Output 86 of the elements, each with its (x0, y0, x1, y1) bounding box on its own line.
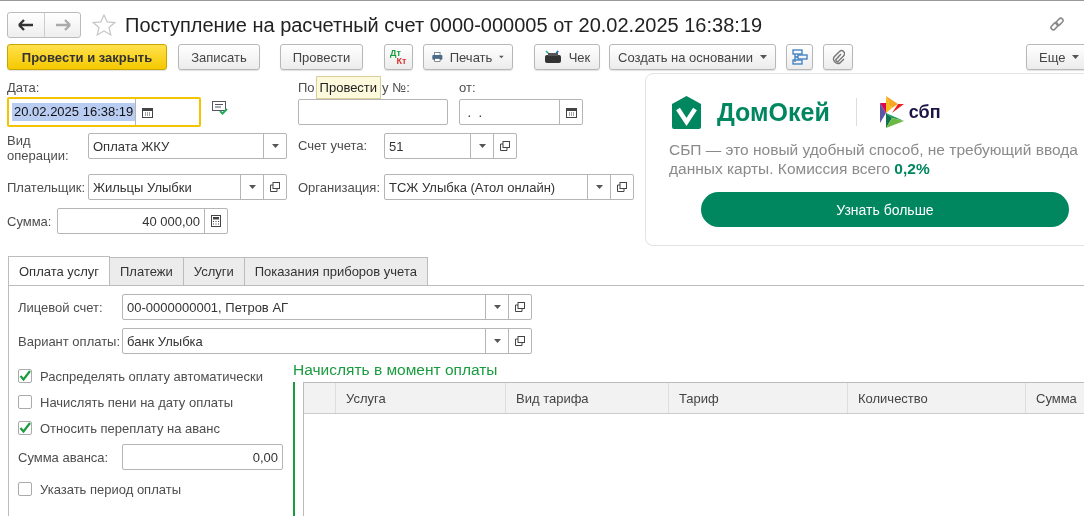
advance-sum-field[interactable]: 0,00 (122, 444, 283, 470)
account-field[interactable]: 51 (384, 133, 517, 159)
column-header[interactable]: Количество (848, 383, 1026, 413)
caret-icon (595, 185, 603, 189)
column-header[interactable]: Вид тарифа (506, 383, 669, 413)
post-button[interactable]: Провести (280, 44, 363, 70)
date-label: Дата: (7, 79, 41, 95)
ad-text: СБП — это новый удобный способ, не требующий ввода данных карты. Комиссия всего 0,2% (669, 140, 1079, 178)
sbp-logo-icon (878, 95, 905, 129)
tab[interactable]: Платежи (110, 257, 184, 285)
payer-field[interactable]: Жильцы Улыбки (88, 174, 287, 200)
from-date-label: от: (459, 79, 476, 95)
paperclip-icon (831, 49, 845, 65)
printer-icon (432, 50, 443, 64)
caret-icon (1072, 55, 1080, 59)
column-header[interactable]: Тариф (669, 383, 848, 413)
caret-icon (493, 305, 501, 309)
checkbox[interactable] (18, 395, 32, 409)
date-field[interactable]: 20.02.2025 16:38:19 (7, 97, 201, 127)
tab[interactable]: Услуги (183, 257, 245, 285)
caret-icon (759, 55, 767, 59)
column-header[interactable]: Сумма (1026, 383, 1084, 413)
checkbox-label[interactable]: Указать период оплаты (40, 481, 181, 497)
open-window-icon (500, 141, 510, 151)
window-title: Поступление на расчетный счет 0000-000005 от 20.02.2025 16:38:19 (125, 13, 763, 37)
open-window-icon (515, 302, 525, 312)
sum-field[interactable]: 40 000,00 (57, 208, 228, 234)
print-button[interactable]: Печать (423, 44, 513, 70)
receipt-button[interactable]: Чек (534, 44, 600, 70)
open-window-icon (617, 182, 627, 192)
learn-more-button[interactable]: Узнать больше (701, 192, 1069, 227)
open-window-icon (270, 182, 280, 192)
caret-icon (499, 55, 504, 59)
hierarchy-icon (791, 49, 808, 65)
advance-sum-label: Сумма аванса: (18, 449, 110, 465)
column-header[interactable]: Услуга (336, 383, 506, 413)
open-window-icon (515, 336, 525, 346)
organization-field[interactable]: ТСЖ Улыбка (Атол онлайн) (384, 174, 634, 200)
organization-label: Организация: (298, 179, 382, 195)
save-button[interactable]: Записать (178, 44, 260, 70)
tooltip: Провести (315, 75, 382, 99)
checkbox-label[interactable]: Распределять оплату автоматически (40, 368, 263, 384)
star-icon[interactable] (92, 13, 116, 37)
checkbox-label[interactable]: Относить переплату на аванс (40, 420, 220, 436)
checkbox[interactable] (18, 421, 32, 435)
checkbox[interactable] (18, 369, 32, 383)
link-icon[interactable] (1049, 17, 1065, 33)
brand-name: ДомОкей (717, 97, 830, 127)
from-date-field[interactable]: . . (459, 99, 583, 125)
date-value: 20.02.2025 16:38:19 (12, 103, 136, 121)
calculator-icon (211, 215, 221, 227)
house-check-logo-icon (669, 95, 704, 129)
caret-icon (478, 144, 486, 148)
incoming-number-label: у №: (382, 79, 410, 95)
section-title: Начислять в момент оплаты (293, 361, 499, 380)
operation-type-label: Вид операции: (7, 133, 70, 163)
create-based-on-button[interactable]: Создать на основании (609, 44, 776, 70)
tab[interactable]: Показания приборов учета (244, 257, 428, 285)
personal-account-field[interactable]: 00-0000000001, Петров АГ (122, 294, 532, 320)
incoming-number-field[interactable] (298, 99, 448, 125)
account-label: Счет учета: (298, 137, 369, 153)
payer-label: Плательщик: (7, 179, 87, 195)
post-and-close-button[interactable]: Провести и закрыть (7, 44, 167, 70)
comment-check-icon[interactable] (212, 101, 228, 115)
back-arrow-icon (18, 19, 34, 31)
payment-variant-field[interactable]: банк Улыбка (122, 328, 532, 354)
more-button[interactable]: Еще (1026, 44, 1084, 70)
debit-credit-button[interactable]: Дт Кт (384, 44, 413, 70)
caret-icon (493, 339, 501, 343)
attach-button[interactable] (823, 44, 853, 70)
checkbox[interactable] (18, 482, 32, 496)
structure-button[interactable] (786, 44, 813, 70)
cash-register-icon (543, 50, 562, 64)
checkbox-label[interactable]: Начислять пени на дату оплаты (40, 394, 233, 410)
sbp-wordmark: сбп (908, 101, 941, 123)
operation-type-field[interactable]: Оплата ЖКУ (88, 133, 287, 159)
calendar-icon (141, 106, 153, 118)
incoming-number-label: По (298, 79, 315, 95)
sum-label: Сумма: (7, 213, 53, 229)
payment-variant-label: Вариант оплаты: (18, 333, 122, 349)
personal-account-label: Лицевой счет: (18, 299, 104, 315)
calendar-icon (565, 106, 577, 118)
caret-icon (248, 185, 256, 189)
forward-arrow-icon (54, 19, 71, 31)
caret-icon (271, 144, 279, 148)
tab[interactable]: Оплата услуг (8, 256, 110, 285)
